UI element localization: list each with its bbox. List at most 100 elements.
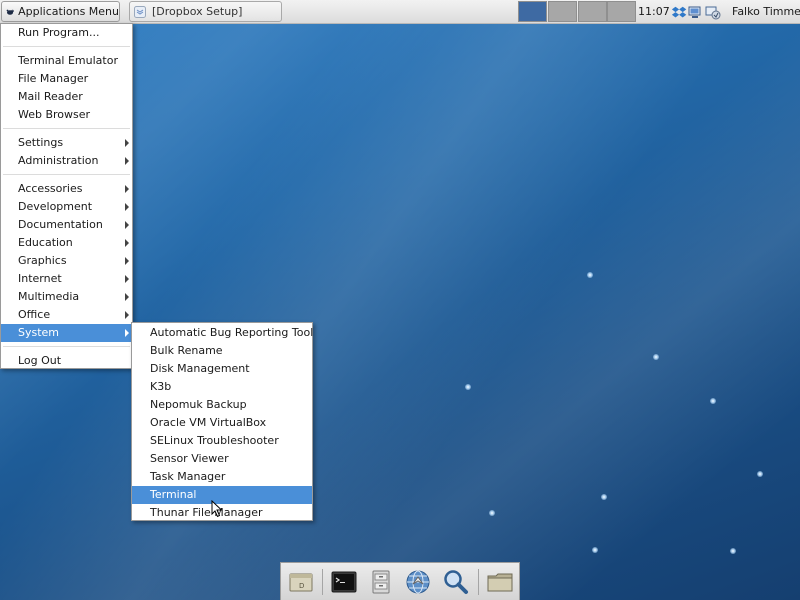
menu-item-label: Documentation	[18, 218, 103, 231]
workspace-1[interactable]	[518, 1, 547, 22]
menu-item-label: Oracle VM VirtualBox	[150, 416, 267, 429]
terminal-icon[interactable]	[330, 568, 358, 596]
menu-item-accessories[interactable]: Accessories	[1, 180, 132, 198]
workspace-2[interactable]	[548, 1, 577, 22]
menu-item-internet[interactable]: Internet	[1, 270, 132, 288]
menu-item-label: Terminal Emulator	[18, 54, 118, 67]
mouse-cursor-icon	[211, 500, 223, 518]
menu-item-run-program[interactable]: Run Program...	[1, 24, 132, 42]
menu-item-graphics[interactable]: Graphics	[1, 252, 132, 270]
menu-item-label: SELinux Troubleshooter	[150, 434, 279, 447]
applications-menu: Run Program... Terminal Emulator File Ma…	[0, 23, 133, 369]
menu-item-documentation[interactable]: Documentation	[1, 216, 132, 234]
submenu-arrow-icon	[125, 203, 129, 211]
wallpaper-sparkle	[730, 548, 736, 554]
taskbar-window-title: [Dropbox Setup]	[152, 5, 243, 18]
search-icon[interactable]	[441, 568, 469, 596]
menu-item-log-out[interactable]: Log Out	[1, 352, 132, 370]
menu-item-label: Nepomuk Backup	[150, 398, 247, 411]
applications-menu-button[interactable]: Applications Menu	[1, 1, 120, 22]
wallpaper-sparkle	[653, 354, 659, 360]
menu-item-label: Education	[18, 236, 73, 249]
panel-clock[interactable]: 11:07	[638, 0, 670, 24]
menu-item-education[interactable]: Education	[1, 234, 132, 252]
menu-item-label: Terminal	[150, 488, 197, 501]
user-name[interactable]: Falko Timme	[732, 0, 800, 24]
submenu-arrow-icon	[125, 311, 129, 319]
menu-item-label: Web Browser	[18, 108, 91, 121]
menu-item-label: Administration	[18, 154, 99, 167]
menu-item-label: Automatic Bug Reporting Tool	[150, 326, 314, 339]
menu-item-mail-reader[interactable]: Mail Reader	[1, 88, 132, 106]
submenu-item-disk-management[interactable]: Disk Management	[132, 360, 312, 378]
submenu-arrow-icon	[125, 139, 129, 147]
submenu-arrow-icon	[125, 239, 129, 247]
menu-item-label: Thunar File Manager	[150, 506, 263, 519]
submenu-arrow-icon	[125, 221, 129, 229]
menu-item-label: Task Manager	[150, 470, 226, 483]
menu-item-label: Accessories	[18, 182, 83, 195]
menu-item-label: Graphics	[18, 254, 67, 267]
wallpaper-sparkle	[465, 384, 471, 390]
menu-item-file-manager[interactable]: File Manager	[1, 70, 132, 88]
taskbar-window-button[interactable]: [Dropbox Setup]	[129, 1, 282, 22]
submenu-arrow-icon	[125, 293, 129, 301]
submenu-item-automatic-bug-reporting-tool[interactable]: Automatic Bug Reporting Tool	[132, 324, 314, 342]
menu-item-label: Multimedia	[18, 290, 80, 303]
wallpaper-sparkle	[587, 272, 593, 278]
submenu-item-selinux-troubleshooter[interactable]: SELinux Troubleshooter	[132, 432, 312, 450]
menu-separator	[3, 128, 130, 129]
folder-icon[interactable]	[486, 568, 514, 596]
menu-item-administration[interactable]: Administration	[1, 152, 132, 170]
bottom-dock: D	[280, 562, 520, 600]
wallpaper-sparkle	[592, 547, 598, 553]
menu-item-system[interactable]: System	[1, 324, 132, 342]
web-browser-icon[interactable]	[404, 568, 432, 596]
menu-item-label: Sensor Viewer	[150, 452, 229, 465]
menu-separator	[3, 46, 130, 47]
menu-separator	[3, 346, 130, 347]
menu-item-development[interactable]: Development	[1, 198, 132, 216]
workspace-3[interactable]	[578, 1, 607, 22]
submenu-item-sensor-viewer[interactable]: Sensor Viewer	[132, 450, 312, 468]
top-panel: Applications Menu [Dropbox Setup] 11:07 …	[0, 0, 800, 24]
file-cabinet-icon[interactable]	[367, 568, 395, 596]
submenu-arrow-icon	[125, 275, 129, 283]
menu-item-label: Settings	[18, 136, 64, 149]
submenu-item-task-manager[interactable]: Task Manager	[132, 468, 312, 486]
menu-item-label: Development	[18, 200, 93, 213]
menu-item-label: Mail Reader	[18, 90, 83, 103]
submenu-arrow-icon	[125, 157, 129, 165]
menu-item-office[interactable]: Office	[1, 306, 132, 324]
submenu-item-bulk-rename[interactable]: Bulk Rename	[132, 342, 312, 360]
submenu-item-k3b[interactable]: K3b	[132, 378, 312, 396]
wallpaper-sparkle	[757, 471, 763, 477]
menu-item-settings[interactable]: Settings	[1, 134, 132, 152]
applications-menu-label: Applications Menu	[18, 5, 119, 18]
submenu-item-nepomuk-backup[interactable]: Nepomuk Backup	[132, 396, 312, 414]
wallpaper-sparkle	[710, 398, 716, 404]
menu-separator	[3, 174, 130, 175]
menu-item-label: File Manager	[18, 72, 89, 85]
dock-separator	[478, 569, 479, 595]
wallpaper-sparkle	[601, 494, 607, 500]
svg-text:D: D	[299, 582, 304, 590]
menu-item-web-browser[interactable]: Web Browser	[1, 106, 132, 124]
menu-item-label: Bulk Rename	[150, 344, 223, 357]
menu-item-label: Run Program...	[18, 26, 100, 39]
show-desktop-icon[interactable]: D	[287, 568, 315, 596]
dropbox-tray-icon[interactable]	[671, 4, 687, 20]
menu-item-label: Disk Management	[150, 362, 250, 375]
submenu-item-oracle-vm-virtualbox[interactable]: Oracle VM VirtualBox	[132, 414, 312, 432]
update-tray-icon[interactable]	[705, 4, 721, 20]
menu-item-multimedia[interactable]: Multimedia	[1, 288, 132, 306]
network-tray-icon[interactable]	[688, 4, 704, 20]
dock-separator	[322, 569, 323, 595]
submenu-arrow-icon	[125, 257, 129, 265]
menu-item-terminal-emulator[interactable]: Terminal Emulator	[1, 52, 132, 70]
submenu-arrow-icon	[125, 329, 129, 337]
workspace-4[interactable]	[607, 1, 636, 22]
menu-item-label: System	[18, 326, 60, 339]
dropbox-window-icon	[134, 5, 146, 18]
menu-item-label: K3b	[150, 380, 172, 393]
